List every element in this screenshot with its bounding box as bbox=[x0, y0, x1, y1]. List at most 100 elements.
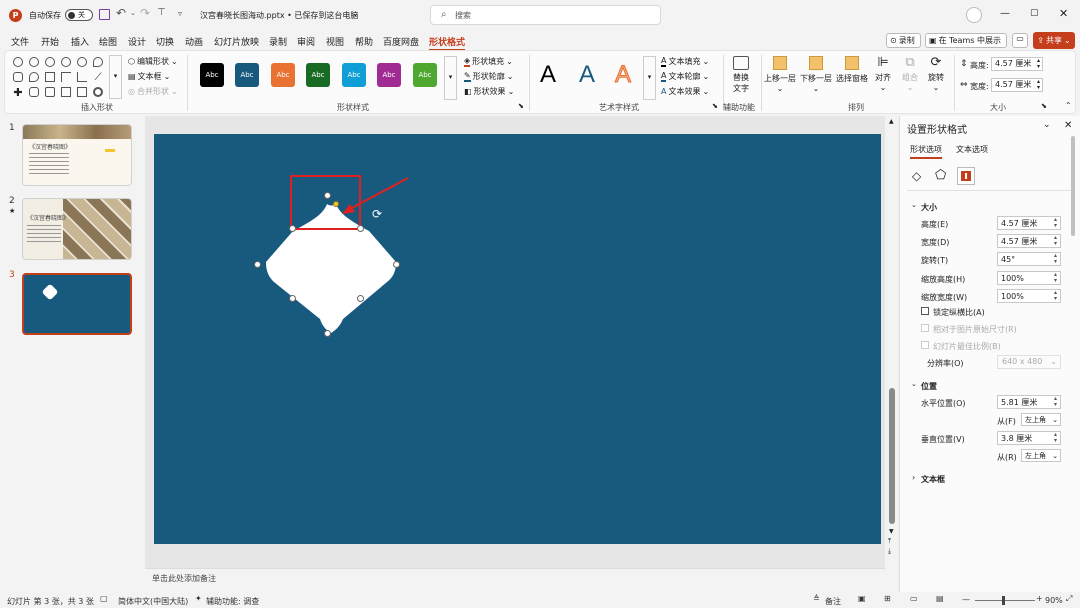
tab-text-options[interactable]: 文本选项 bbox=[956, 144, 988, 155]
pie-shape-icon[interactable] bbox=[93, 57, 103, 67]
wordart-style-1[interactable]: A bbox=[540, 61, 556, 89]
scroll-down-icon[interactable]: ▼ bbox=[889, 528, 894, 535]
notes-toggle[interactable]: 备注 bbox=[825, 596, 841, 607]
textbox-section-chevron-icon[interactable]: › bbox=[912, 473, 915, 482]
alt-text-button[interactable]: 替换 文字 bbox=[727, 55, 755, 99]
customize-qat-icon[interactable]: ▿ bbox=[178, 9, 182, 18]
bring-forward-button[interactable]: 上移一层 ⌄ bbox=[762, 55, 798, 99]
slide-thumbnail-2[interactable]: 《汉宫春晓图》 bbox=[22, 198, 132, 260]
fill-line-icon[interactable]: ◇ bbox=[912, 169, 921, 183]
teardrop-shape-icon[interactable] bbox=[29, 72, 39, 82]
record-button[interactable]: ⊙ 录制 bbox=[886, 33, 921, 48]
pane-options-chevron-icon[interactable]: ⌄ bbox=[1043, 120, 1051, 130]
reading-view-icon[interactable]: ▭ bbox=[910, 594, 918, 603]
frame-shape-icon[interactable] bbox=[45, 72, 55, 82]
teams-present-button[interactable]: ▣ 在 Teams 中展示 bbox=[925, 33, 1007, 48]
resize-handle-top-right[interactable] bbox=[357, 225, 364, 232]
adjust-handle[interactable] bbox=[333, 201, 339, 207]
shape-styles-launcher-icon[interactable]: ⬊ bbox=[518, 102, 524, 110]
tab-shape-options[interactable]: 形状选项 bbox=[910, 144, 942, 159]
search-box[interactable]: ⌕ 搜索 bbox=[430, 5, 661, 25]
shapes-gallery[interactable]: ⟋ ✚ bbox=[11, 55, 111, 99]
slide-thumbnail-1[interactable]: 《汉宫春晓图》 bbox=[22, 124, 132, 186]
tab-help[interactable]: 帮助 bbox=[355, 35, 373, 48]
save-icon[interactable] bbox=[99, 9, 110, 20]
donut-shape-icon[interactable] bbox=[93, 87, 103, 97]
shape-style-preset-4[interactable]: Abc bbox=[306, 63, 330, 87]
tab-view[interactable]: 视图 bbox=[326, 35, 344, 48]
textbox-section-title[interactable]: 文本框 bbox=[921, 474, 945, 485]
wordart-style-2[interactable]: A bbox=[579, 61, 595, 89]
octagon-shape-icon[interactable] bbox=[13, 72, 23, 82]
present-icon[interactable]: ⊤ bbox=[157, 7, 166, 18]
size-launcher-icon[interactable]: ⬊ bbox=[1041, 102, 1047, 110]
tab-design[interactable]: 设计 bbox=[128, 35, 146, 48]
circle-shape-icon[interactable] bbox=[29, 57, 39, 67]
slideshow-icon[interactable]: ▤ bbox=[936, 594, 944, 603]
tab-file[interactable]: 文件 bbox=[11, 35, 29, 48]
bevel-shape-icon[interactable] bbox=[77, 87, 87, 97]
share-button[interactable]: ⇪ 共享 ⌄ bbox=[1033, 32, 1075, 49]
tab-transitions[interactable]: 切换 bbox=[156, 35, 174, 48]
shape-effects-button[interactable]: ◧ 形状效果 ⌄ bbox=[464, 86, 514, 97]
merge-shapes-button[interactable]: ◎ 合并形状 ⌄ bbox=[128, 86, 178, 97]
zoom-level[interactable]: 90% bbox=[1045, 596, 1063, 605]
wordart-more-button[interactable]: ▾ bbox=[643, 56, 656, 100]
text-box-button[interactable]: ▤ 文本框 ⌄ bbox=[128, 71, 170, 82]
tab-home[interactable]: 开始 bbox=[41, 35, 59, 48]
align-button[interactable]: ⊫ 对齐 ⌄ bbox=[870, 55, 896, 99]
selected-diamond-shape[interactable] bbox=[266, 204, 396, 333]
plaque-shape-icon[interactable] bbox=[29, 87, 39, 97]
diagonal-stripe-shape-icon[interactable]: ⟋ bbox=[93, 72, 103, 83]
shape-outline-button[interactable]: ✎ 形状轮廓 ⌄ bbox=[464, 71, 513, 82]
zoom-out-icon[interactable]: — bbox=[962, 595, 970, 604]
vertical-position-input[interactable]: 3.8 厘米 ▴ ▾ bbox=[997, 431, 1061, 445]
text-outline-button[interactable]: A 文本轮廓 ⌄ bbox=[661, 71, 709, 82]
lock-aspect-checkbox[interactable] bbox=[921, 307, 929, 315]
shape-styles-more-button[interactable]: ▾ bbox=[444, 56, 457, 100]
wordart-style-3[interactable]: A bbox=[614, 61, 631, 89]
ribbon-height-input[interactable]: 4.57 厘米 ▴ ▾ bbox=[991, 57, 1043, 71]
half-frame-shape-icon[interactable] bbox=[61, 72, 71, 82]
language-label[interactable]: 简体中文(中国大陆) bbox=[118, 596, 188, 607]
horizontal-position-input[interactable]: 5.81 厘米 ▴ ▾ bbox=[997, 395, 1061, 409]
prev-slide-icon[interactable]: ⤒ bbox=[888, 537, 891, 546]
shape-style-preset-6[interactable]: Abc bbox=[377, 63, 401, 87]
resize-handle-bottom[interactable] bbox=[324, 330, 331, 337]
user-avatar[interactable] bbox=[966, 7, 982, 23]
resize-handle-right[interactable] bbox=[393, 261, 400, 268]
slide-canvas[interactable]: ⟳ bbox=[154, 134, 881, 544]
normal-view-icon[interactable]: ▣ bbox=[858, 594, 866, 603]
maximize-icon[interactable]: ▢ bbox=[1030, 8, 1039, 18]
scale-width-input[interactable]: 100% ▴ ▾ bbox=[997, 289, 1061, 303]
tab-draw[interactable]: 绘图 bbox=[99, 35, 117, 48]
size-section-chevron-icon[interactable]: ⌄ bbox=[911, 201, 917, 209]
slide-sorter-icon[interactable]: ⊞ bbox=[884, 594, 891, 603]
pane-scrollbar[interactable] bbox=[1071, 136, 1075, 236]
shape-style-preset-2[interactable]: Abc bbox=[235, 63, 259, 87]
resolution-select[interactable]: 640 x 480 ⌄ bbox=[997, 355, 1061, 369]
zoom-in-icon[interactable]: + bbox=[1036, 594, 1043, 603]
best-scale-checkbox[interactable] bbox=[921, 341, 929, 349]
close-icon[interactable]: ✕ bbox=[1059, 7, 1068, 20]
pane-close-icon[interactable]: ✕ bbox=[1064, 120, 1072, 131]
plus-shape-icon[interactable]: ✚ bbox=[13, 86, 23, 99]
resize-handle-bottom-left[interactable] bbox=[289, 295, 296, 302]
fit-to-window-icon[interactable]: ⤢ bbox=[1066, 594, 1072, 604]
minimize-icon[interactable]: — bbox=[1000, 8, 1010, 19]
size-section-title[interactable]: 大小 bbox=[921, 202, 937, 213]
arc-shape-icon[interactable] bbox=[61, 57, 71, 67]
tab-record[interactable]: 录制 bbox=[269, 35, 287, 48]
circle-shape-icon-2[interactable] bbox=[45, 57, 55, 67]
resize-handle-top[interactable] bbox=[324, 192, 331, 199]
cube-shape-icon[interactable] bbox=[61, 87, 71, 97]
accessibility-status[interactable]: 辅助功能: 调查 bbox=[206, 596, 259, 607]
from-f-select[interactable]: 左上角 ⌄ bbox=[1021, 413, 1061, 426]
tab-shape-format[interactable]: 形状格式 bbox=[429, 35, 466, 51]
next-slide-icon[interactable]: ⤓ bbox=[888, 547, 891, 556]
undo-dropdown-icon[interactable]: ⌄ bbox=[130, 9, 136, 17]
shapes-more-button[interactable]: ▾ bbox=[109, 55, 122, 99]
file-name[interactable]: 汉宫春晓长图海动.pptx • 已保存到这台电脑 bbox=[200, 10, 358, 21]
size-properties-icon[interactable] bbox=[957, 167, 975, 185]
tab-animations[interactable]: 动画 bbox=[185, 35, 203, 48]
